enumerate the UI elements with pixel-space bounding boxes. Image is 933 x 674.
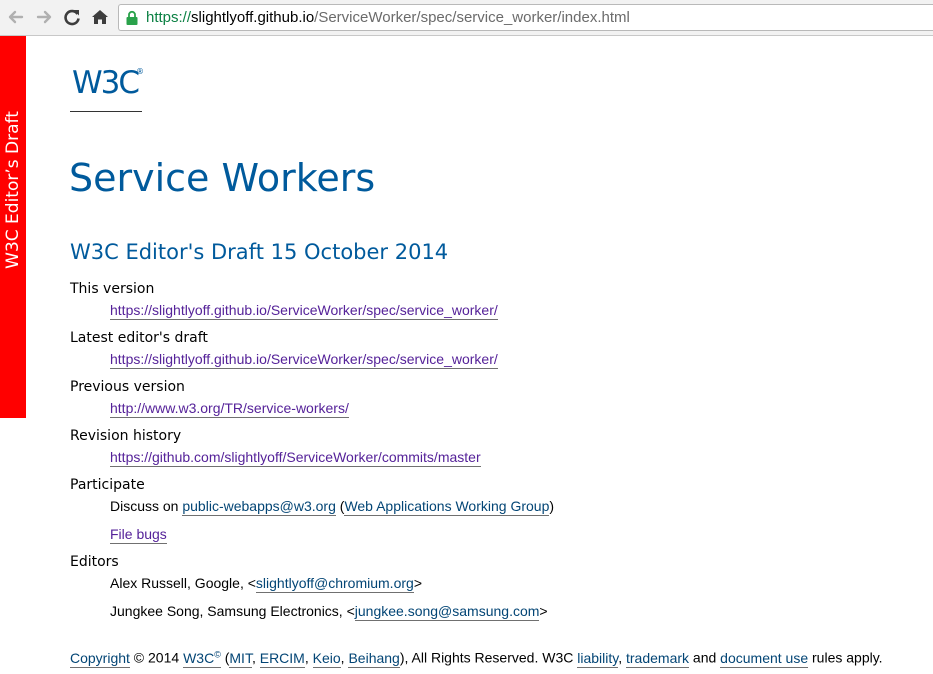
editor-row: Alex Russell, Google, <slightlyoff@chrom… xyxy=(110,575,422,593)
copyright-footer: Copyright © 2014 W3C© (MIT, ERCIM, Keio,… xyxy=(70,649,883,668)
previous-version-link[interactable]: http://www.w3.org/TR/service-workers/ xyxy=(110,400,349,418)
this-version-link[interactable]: https://slightlyoff.github.io/ServiceWor… xyxy=(110,302,498,320)
editor-name: Alex Russell, Google, < xyxy=(110,575,256,591)
back-arrow-icon[interactable] xyxy=(5,6,27,28)
this-version-row: https://slightlyoff.github.io/ServiceWor… xyxy=(110,302,498,320)
browser-toolbar: https://slightlyoff.github.io/ServiceWor… xyxy=(0,0,933,36)
latest-draft-label: Latest editor's draft xyxy=(70,330,208,346)
rules-apply-text: rules apply. xyxy=(808,649,883,666)
revision-history-row: https://github.com/slightlyoff/ServiceWo… xyxy=(110,449,481,467)
footer-comma: , xyxy=(304,649,313,666)
latest-draft-link[interactable]: https://slightlyoff.github.io/ServiceWor… xyxy=(110,351,498,369)
editor-email-link[interactable]: slightlyoff@chromium.org xyxy=(255,575,414,593)
address-bar[interactable]: https://slightlyoff.github.io/ServiceWor… xyxy=(118,4,933,31)
working-group-link[interactable]: Web Applications Working Group xyxy=(344,498,550,516)
url-text: https://slightlyoff.github.io/ServiceWor… xyxy=(146,5,630,30)
editor-email-link[interactable]: jungkee.song@samsung.com xyxy=(354,603,540,621)
discuss-prefix: Discuss on xyxy=(110,498,183,514)
w3c-sup: © xyxy=(214,649,221,659)
home-icon[interactable] xyxy=(89,6,111,28)
w3c-logo-registered: ® xyxy=(136,67,144,76)
beihang-link[interactable]: Beihang xyxy=(348,649,400,668)
revision-history-link[interactable]: https://github.com/slightlyoff/ServiceWo… xyxy=(110,449,481,467)
paren-close: ) xyxy=(549,498,555,514)
w3c-link-text: W3C xyxy=(183,649,215,666)
keio-link[interactable]: Keio xyxy=(312,649,341,668)
rights-text: ), All Rights Reserved. W3C xyxy=(399,649,578,666)
previous-version-label: Previous version xyxy=(70,379,185,395)
w3c-logo-text: W3C xyxy=(72,65,140,101)
ercim-link[interactable]: ERCIM xyxy=(259,649,305,668)
footer-comma: , xyxy=(251,649,260,666)
file-bugs-link[interactable]: File bugs xyxy=(110,526,167,544)
w3c-link[interactable]: W3C© xyxy=(183,649,221,668)
w3c-logo[interactable]: W3C ® xyxy=(70,63,144,112)
previous-version-row: http://www.w3.org/TR/service-workers/ xyxy=(110,400,349,418)
lock-icon[interactable] xyxy=(125,10,139,26)
editor-name: Jungkee Song, Samsung Electronics, < xyxy=(110,603,355,619)
editor-suffix: > xyxy=(539,603,548,619)
reload-icon[interactable] xyxy=(61,6,83,28)
participate-discuss-row: Discuss on public-webapps@w3.org (Web Ap… xyxy=(110,498,555,516)
trademark-link[interactable]: trademark xyxy=(626,649,690,668)
latest-draft-row: https://slightlyoff.github.io/ServiceWor… xyxy=(110,351,498,369)
editors-label: Editors xyxy=(70,554,119,570)
copyright-year: © 2014 xyxy=(129,649,184,666)
this-version-label: This version xyxy=(70,281,155,297)
and-text: and xyxy=(689,649,721,666)
forward-arrow-icon[interactable] xyxy=(33,6,55,28)
copyright-link[interactable]: Copyright xyxy=(70,649,130,668)
editors-draft-badge[interactable]: W3C Editor’s Draft xyxy=(0,36,26,418)
editor-suffix: > xyxy=(413,575,422,591)
mit-link[interactable]: MIT xyxy=(229,649,252,668)
editor-row: Jungkee Song, Samsung Electronics, <jung… xyxy=(110,603,548,621)
revision-history-label: Revision history xyxy=(70,428,182,444)
page-title: Service Workers xyxy=(69,156,376,200)
file-bugs-row: File bugs xyxy=(110,526,167,544)
footer-comma: , xyxy=(618,649,626,666)
url-scheme: https:// xyxy=(146,9,192,26)
page-subtitle: W3C Editor's Draft 15 October 2014 xyxy=(70,240,449,264)
mailing-list-link[interactable]: public-webapps@w3.org xyxy=(182,498,336,516)
liability-link[interactable]: liability xyxy=(577,649,619,668)
url-host: slightlyoff.github.io xyxy=(191,9,315,26)
participate-label: Participate xyxy=(70,477,145,493)
badge-label: W3C Editor’s Draft xyxy=(3,111,23,269)
document-use-link[interactable]: document use xyxy=(720,649,809,668)
url-path: /ServiceWorker/spec/service_worker/index… xyxy=(314,9,630,26)
